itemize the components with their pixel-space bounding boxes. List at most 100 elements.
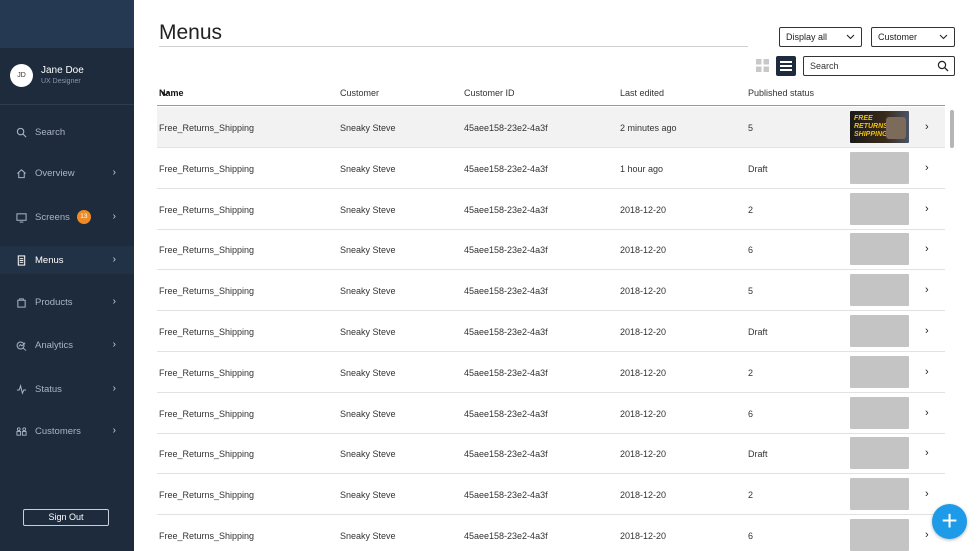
chevron-right-icon: › [112, 254, 116, 265]
row-last-edited: 1 hour ago [620, 163, 664, 174]
monitor-icon [15, 211, 27, 223]
customer-select[interactable]: Customer [871, 27, 955, 47]
table-row[interactable]: Free_Returns_Shipping Sneaky Steve 45aee15… [157, 270, 945, 312]
row-customer: Sneaky Steve [340, 123, 396, 133]
thumbnail-text: FREE RETURNS SHIPPING [854, 115, 888, 138]
column-header-published-status[interactable]: Published status [748, 88, 814, 98]
sidebar-item-label: Analytics [35, 339, 74, 351]
table-row[interactable]: Free_Returns_Shipping Sneaky Steve 45aee15… [157, 393, 945, 434]
chevron-right-icon: › [112, 383, 116, 394]
row-customer-id: 45aee158-23e2-4a3f [464, 327, 548, 337]
table-row[interactable]: Free_Returns_Shipping Sneaky Steve 45aee15… [157, 189, 945, 230]
table-row[interactable]: Free_Returns_Shipping Sneaky Steve 45aee15… [157, 311, 945, 352]
row-status: 6 [748, 408, 754, 419]
customer-select-value: Customer [878, 32, 918, 42]
chevron-right-icon[interactable]: › [925, 203, 929, 215]
sidebar-item-screens[interactable]: Screens 13 › [0, 203, 134, 231]
scrollbar[interactable] [950, 110, 954, 148]
table-row[interactable]: Free_Returns_Shipping Sneaky Steve 45aee15… [157, 229, 945, 271]
table-row[interactable]: Free_Returns_Shipping Sneaky Steve 45aee15… [157, 433, 945, 475]
sidebar-item-label: Search [35, 126, 66, 138]
chevron-right-icon[interactable]: › [925, 488, 929, 500]
row-customer-id: 45aee158-23e2-4a3f [464, 245, 548, 256]
row-customer: Sneaky Steve [340, 286, 396, 297]
chevron-right-icon[interactable]: › [925, 325, 929, 337]
column-header-name[interactable]: Name [159, 88, 184, 98]
row-status: 6 [748, 245, 754, 256]
column-header-last-edited[interactable]: Last edited [620, 88, 664, 98]
table-row[interactable]: Free_Returns_Shipping Sneaky Steve 45aee15… [157, 474, 945, 516]
menu-thumbnail[interactable] [850, 396, 909, 429]
row-status: 5 [748, 123, 754, 133]
customers-icon [15, 425, 27, 437]
row-last-edited: 2018-12-20 [620, 531, 667, 541]
search-icon[interactable] [937, 60, 949, 72]
column-header-customer-id[interactable]: Customer ID [464, 88, 515, 98]
chevron-right-icon[interactable]: › [925, 407, 929, 419]
chevron-right-icon[interactable]: › [925, 284, 929, 296]
row-last-edited: 2018-12-20 [620, 408, 667, 419]
chevron-right-icon: › [112, 296, 116, 307]
row-customer-id: 45aee158-23e2-4a3f [464, 204, 548, 215]
row-last-edited: 2 minutes ago [620, 123, 677, 133]
table-row[interactable]: Free_Returns_Shipping Sneaky Steve 45aee15… [157, 148, 945, 189]
table-row[interactable]: Free_Returns_Shipping Sneaky Steve 45aee15… [157, 107, 945, 148]
sidebar: JD Jane Doe UX Designer Search Overview … [0, 0, 134, 551]
row-status: 2 [748, 490, 754, 501]
sidebar-item-analytics[interactable]: Analytics › [0, 331, 134, 359]
add-menu-button[interactable]: + [932, 504, 967, 539]
chevron-right-icon[interactable]: › [925, 243, 929, 255]
row-status: Draft [748, 163, 768, 174]
search-input[interactable]: Search [803, 56, 955, 76]
header-divider [157, 105, 945, 106]
sidebar-item-search[interactable]: Search [0, 118, 134, 146]
row-customer: Sneaky Steve [340, 408, 396, 419]
row-customer-id: 45aee158-23e2-4a3f [464, 286, 548, 297]
row-customer: Sneaky Steve [340, 327, 396, 337]
row-last-edited: 2018-12-20 [620, 327, 667, 337]
chevron-right-icon[interactable]: › [925, 162, 929, 174]
chevron-right-icon[interactable]: › [925, 366, 929, 378]
row-customer: Sneaky Steve [340, 449, 396, 460]
menu-thumbnail[interactable]: FREE RETURNS SHIPPING [850, 111, 909, 143]
list-view-icon[interactable] [776, 56, 796, 76]
avatar[interactable]: JD [10, 64, 33, 87]
chevron-right-icon: › [112, 339, 116, 350]
grid-view-icon[interactable] [755, 58, 770, 73]
row-name: Free_Returns_Shipping [159, 531, 255, 541]
home-icon [15, 167, 27, 179]
menu-thumbnail[interactable] [850, 519, 909, 551]
sidebar-item-label: Menus [35, 254, 64, 266]
chevron-right-icon[interactable]: › [925, 447, 929, 459]
menu-thumbnail[interactable] [850, 151, 909, 184]
table-row[interactable]: Free_Returns_Shipping Sneaky Steve 45aee15… [157, 515, 945, 551]
row-last-edited: 2018-12-20 [620, 245, 667, 256]
menu-thumbnail[interactable] [850, 315, 909, 347]
sidebar-item-menus[interactable]: Menus › [0, 246, 134, 274]
row-customer: Sneaky Steve [340, 367, 396, 378]
sign-out-button[interactable]: Sign Out [23, 509, 109, 526]
sidebar-item-overview[interactable]: Overview › [0, 159, 134, 187]
menu-thumbnail[interactable] [850, 274, 909, 307]
column-header-customer[interactable]: Customer [340, 88, 379, 98]
display-select[interactable]: Display all [779, 27, 862, 47]
sidebar-item-customers[interactable]: Customers › [0, 417, 134, 445]
menu-thumbnail[interactable] [850, 233, 909, 266]
row-name: Free_Returns_Shipping [159, 408, 255, 419]
sidebar-item-label: Screens [35, 211, 70, 223]
row-name: Free_Returns_Shipping [159, 123, 255, 133]
menu-thumbnail[interactable] [850, 437, 909, 470]
sidebar-item-products[interactable]: Products › [0, 288, 134, 316]
table-row[interactable]: Free_Returns_Shipping Sneaky Steve 45aee15… [157, 352, 945, 393]
sidebar-item-status[interactable]: Status › [0, 375, 134, 403]
search-placeholder: Search [810, 61, 839, 71]
user-profile[interactable]: JD Jane Doe UX Designer [10, 64, 84, 87]
chevron-right-icon[interactable]: › [925, 529, 929, 541]
menu-thumbnail[interactable] [850, 192, 909, 225]
row-name: Free_Returns_Shipping [159, 204, 255, 215]
sidebar-item-label: Customers [35, 425, 81, 437]
menu-thumbnail[interactable] [850, 478, 909, 511]
row-name: Free_Returns_Shipping [159, 163, 255, 174]
chevron-right-icon[interactable]: › [925, 121, 929, 133]
menu-thumbnail[interactable] [850, 355, 909, 388]
